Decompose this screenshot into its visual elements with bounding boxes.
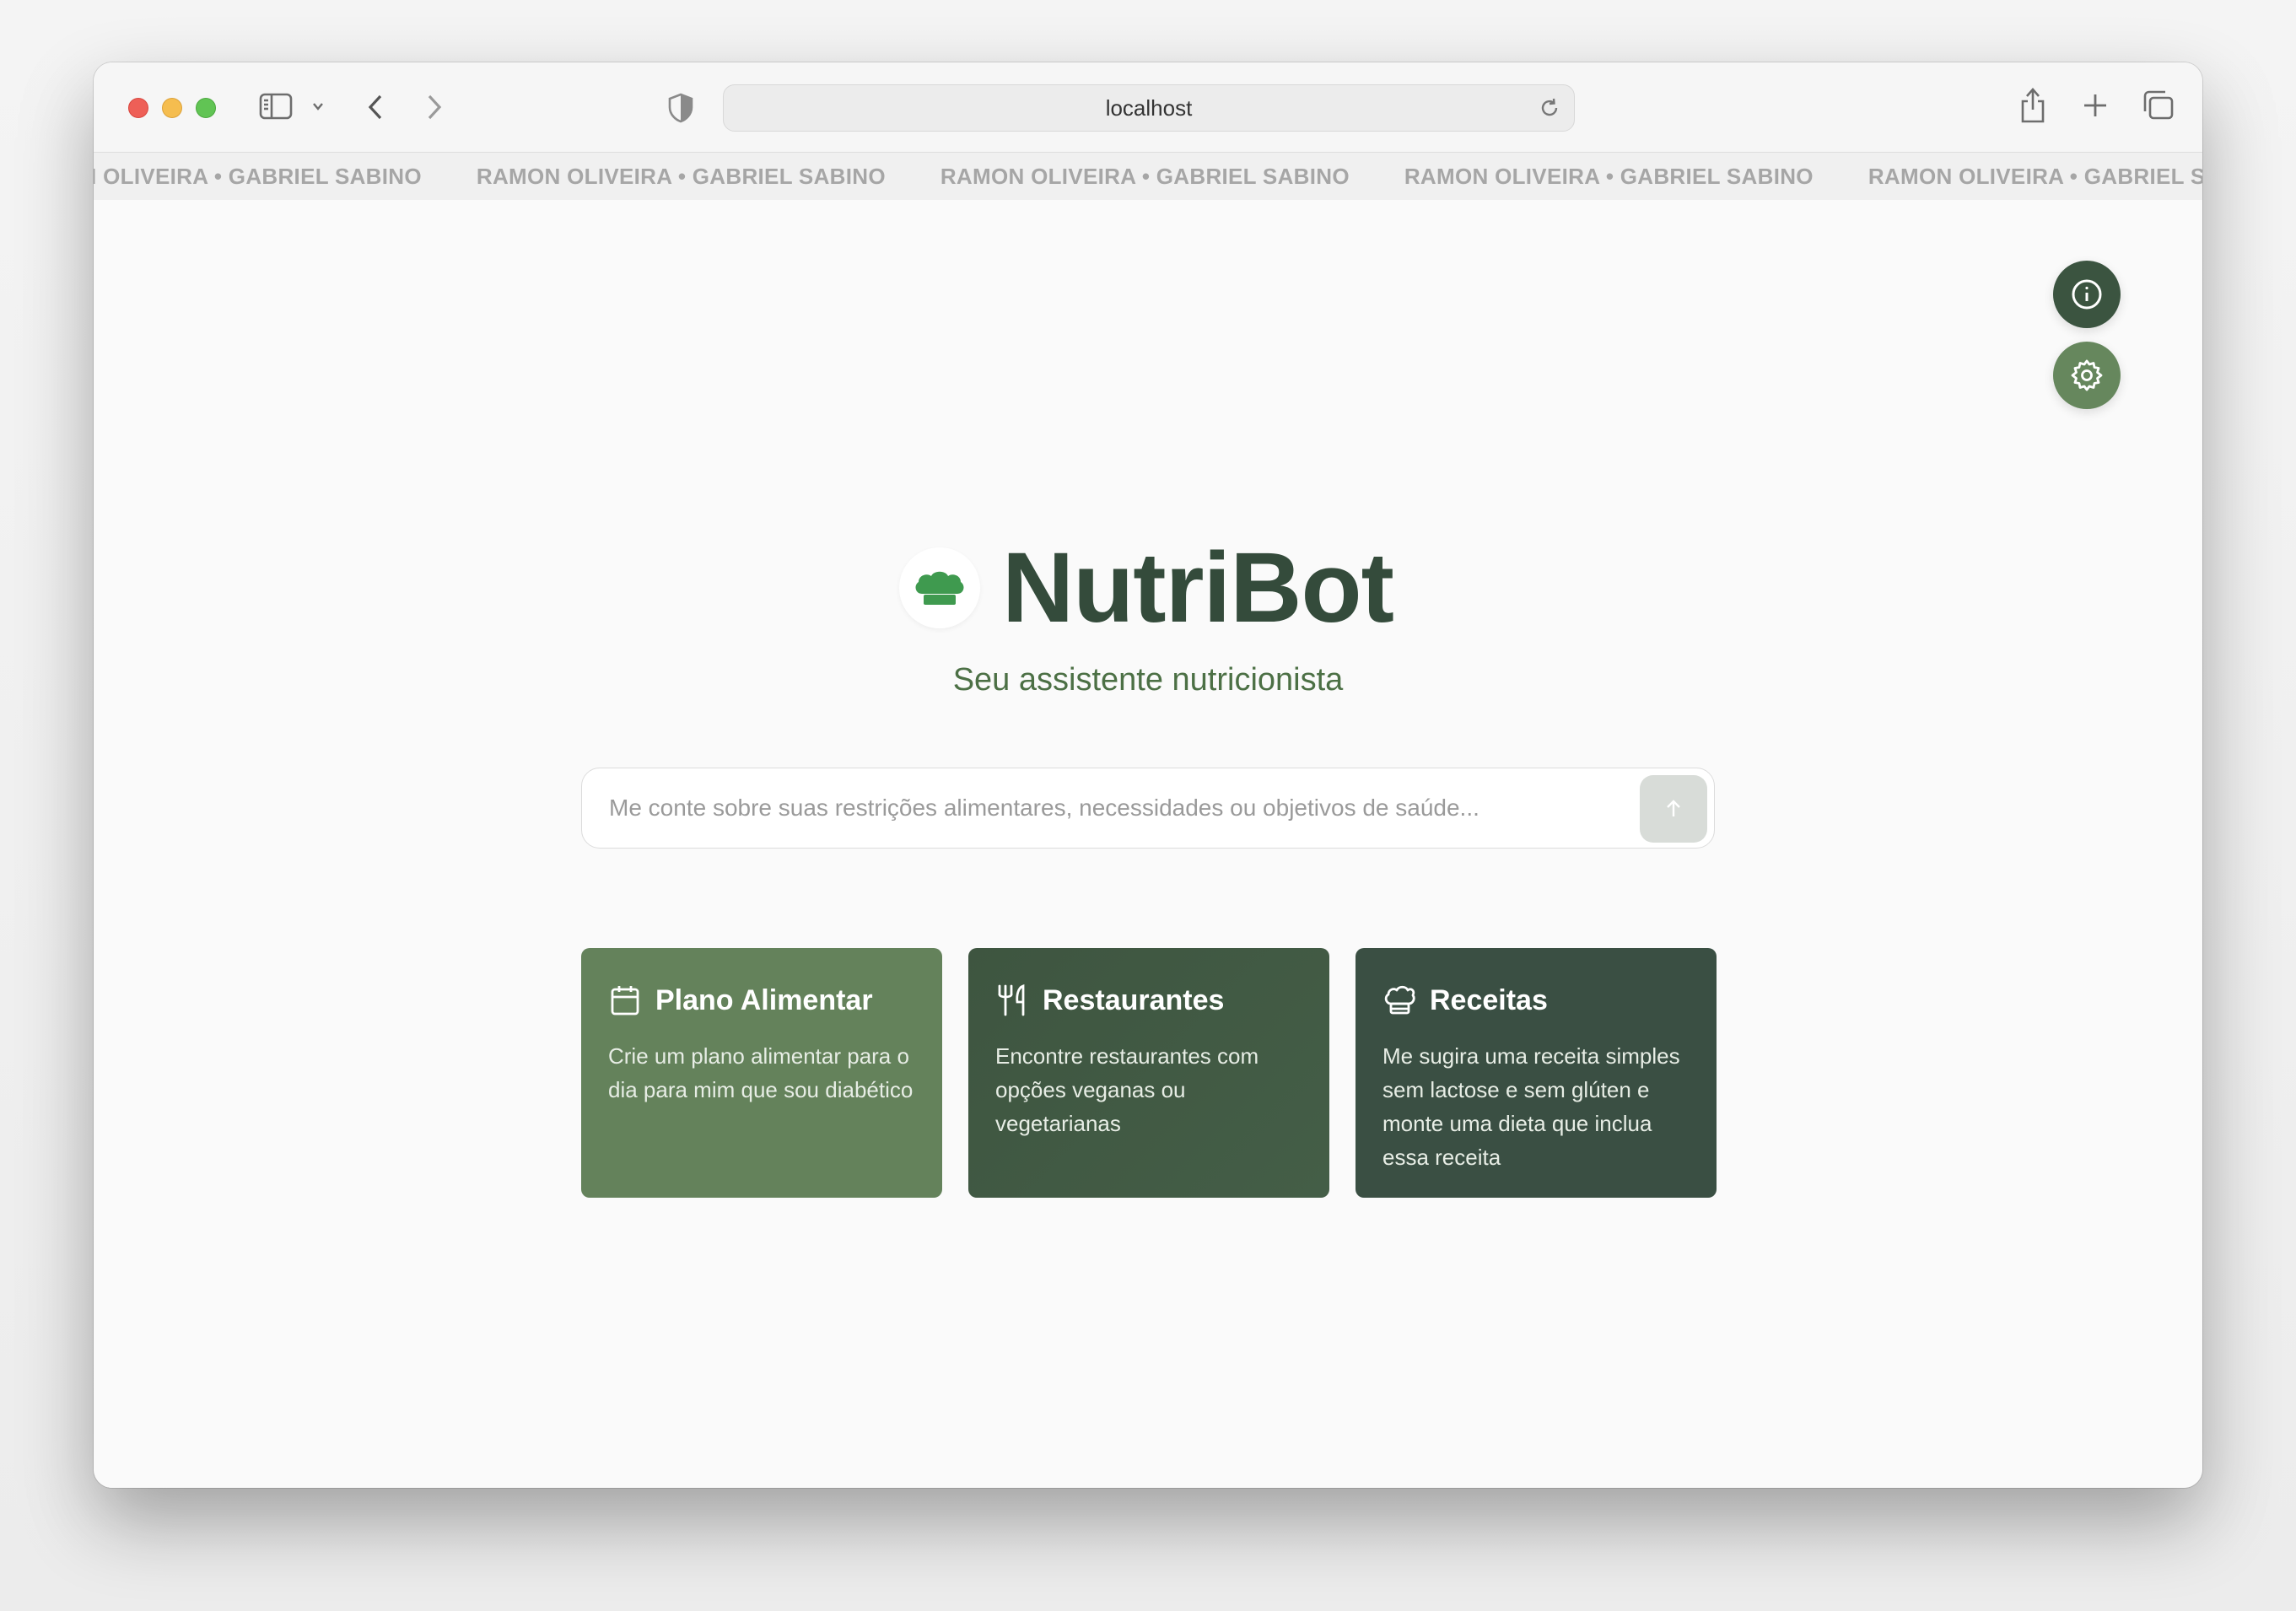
info-button[interactable]: [2053, 261, 2121, 328]
credits-marquee: ON OLIVEIRA • GABRIEL SABINO RAMON OLIVE…: [94, 153, 2202, 200]
gear-icon: [2071, 359, 2103, 391]
card-title: Plano Alimentar: [655, 983, 873, 1016]
arrow-up-icon: [1667, 800, 1680, 816]
new-tab-icon[interactable]: [2081, 91, 2110, 120]
marquee-item: ON OLIVEIRA • GABRIEL SABINO: [94, 163, 422, 189]
card-description: Crie um plano alimentar para o dia para …: [608, 1043, 914, 1102]
brand-header: NutriBot: [899, 532, 1394, 644]
share-icon[interactable]: [2018, 86, 2047, 125]
calendar-icon: [608, 983, 642, 1017]
tab-overview-icon[interactable]: [2142, 89, 2175, 121]
chef-hat-logo-icon: [915, 571, 964, 605]
suggestion-cards: Plano Alimentar Crie um plano alimentar …: [581, 948, 1717, 1198]
marquee-item: RAMON OLIVEIRA • GABRIEL SABINO: [1404, 163, 1814, 189]
reload-icon[interactable]: [1539, 97, 1560, 125]
forward-icon[interactable]: [424, 93, 445, 121]
logo: [899, 547, 980, 628]
main-content: NutriBot Seu assistente nutricionista Me…: [94, 200, 2202, 1488]
page-subtitle: Seu assistente nutricionista: [952, 662, 1344, 698]
address-text: localhost: [1105, 94, 1193, 121]
send-button[interactable]: [1640, 775, 1707, 843]
browser-toolbar: localhost: [94, 62, 2202, 153]
marquee-item: RAMON OLIVEIRA • GABRIEL SABINO: [940, 163, 1350, 189]
suggestion-card-meal-plan[interactable]: Plano Alimentar Crie um plano alimentar …: [581, 948, 942, 1198]
card-description: Me sugira uma receita simples sem lactos…: [1382, 1043, 1680, 1170]
marquee-item: RAMON OLIVEIRA • GABRIEL SABINO: [1868, 163, 2202, 189]
page-title: NutriBot: [1002, 532, 1394, 644]
marquee-item: RAMON OLIVEIRA • GABRIEL SABINO: [476, 163, 886, 189]
suggestion-card-restaurants[interactable]: Restaurantes Encontre restaurantes com o…: [968, 948, 1329, 1198]
chat-input[interactable]: [609, 783, 1604, 833]
suggestion-card-recipes[interactable]: Receitas Me sugira uma receita simples s…: [1356, 948, 1717, 1198]
close-window-button[interactable]: [128, 98, 148, 118]
browser-window: localhost ON OLIVEIRA • GABRIEL SABINO R…: [94, 62, 2202, 1488]
chef-hat-icon: [1382, 983, 1416, 1017]
minimize-window-button[interactable]: [162, 98, 182, 118]
privacy-shield-icon[interactable]: [667, 93, 694, 123]
zoom-window-button[interactable]: [196, 98, 216, 118]
chat-input-container: [581, 768, 1715, 849]
settings-button[interactable]: [2053, 342, 2121, 409]
desktop-background: localhost ON OLIVEIRA • GABRIEL SABINO R…: [0, 0, 2296, 1611]
sidebar-toggle-icon[interactable]: [259, 93, 293, 120]
card-description: Encontre restaurantes com opções veganas…: [995, 1043, 1259, 1136]
card-title: Receitas: [1430, 983, 1548, 1016]
chevron-down-icon[interactable]: [311, 100, 325, 113]
utensils-icon: [995, 983, 1029, 1017]
card-title: Restaurantes: [1043, 983, 1225, 1016]
address-bar[interactable]: localhost: [723, 84, 1575, 132]
info-icon: [2072, 279, 2102, 310]
back-icon[interactable]: [365, 93, 385, 121]
